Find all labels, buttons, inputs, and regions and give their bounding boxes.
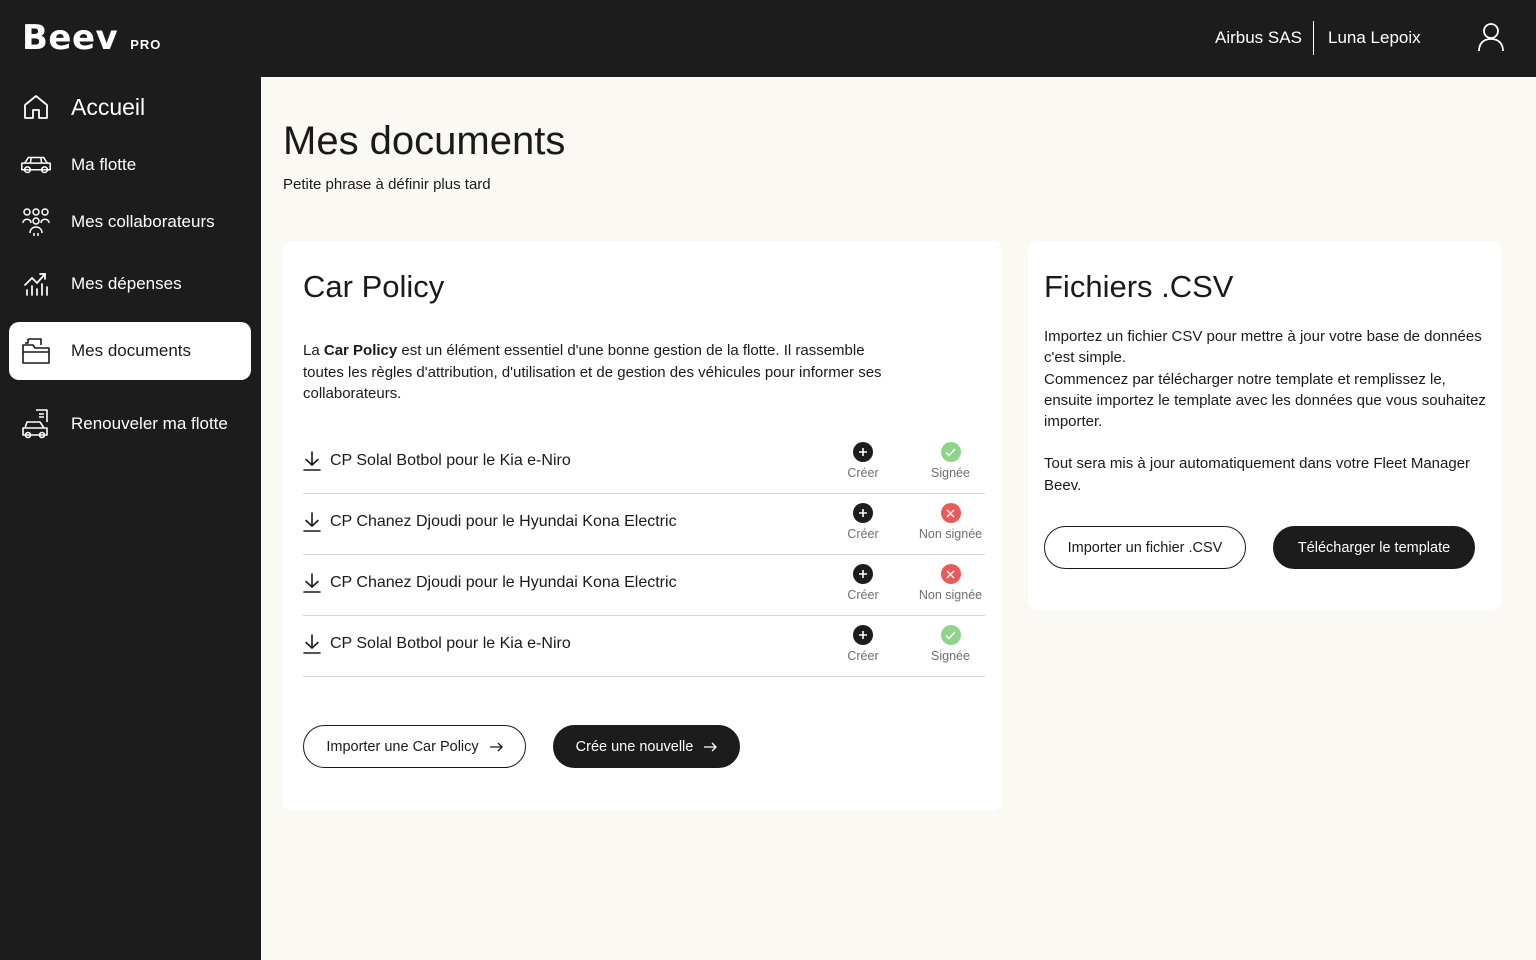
download-icon[interactable] — [303, 512, 321, 532]
car-policy-card: Car Policy La Car Policy est un élément … — [282, 241, 1002, 811]
download-icon[interactable] — [303, 451, 321, 471]
people-icon — [19, 205, 53, 239]
logo[interactable]: Beev PRO — [22, 18, 161, 58]
table-row: CP Solal Botbol pour le Kia e-Niro Créer… — [303, 433, 985, 494]
sidebar-item-label: Ma flotte — [71, 155, 137, 174]
download-template-button[interactable]: Télécharger le template — [1273, 526, 1475, 569]
sidebar-item-label: Renouveler ma flotte — [71, 414, 228, 433]
sidebar-item-mes-documents[interactable]: Mes documents — [9, 322, 251, 380]
document-name[interactable]: CP Solal Botbol pour le Kia e-Niro — [330, 452, 571, 470]
document-name[interactable]: CP Chanez Djoudi pour le Hyundai Kona El… — [330, 574, 677, 592]
home-icon — [19, 90, 53, 124]
sidebar: Accueil Ma flotte Mes collaborateurs Mes… — [0, 77, 261, 960]
description-prefix: La — [303, 342, 324, 359]
csv-paragraph: Importez un fichier CSV pour mettre à jo… — [1044, 328, 1482, 367]
chart-icon — [19, 267, 53, 301]
sidebar-item-label: Mes documents — [71, 341, 191, 360]
status-label: Signée — [931, 466, 970, 480]
top-bar: Beev PRO Airbus SAS Luna Lepoix — [0, 0, 1536, 77]
create-car-policy-button[interactable]: Crée une nouvelle — [553, 725, 740, 768]
logo-suffix: PRO — [130, 37, 162, 52]
import-csv-button[interactable]: Importer un fichier .CSV — [1044, 526, 1246, 569]
download-icon[interactable] — [303, 573, 321, 593]
table-row: CP Chanez Djoudi pour le Hyundai Kona El… — [303, 494, 985, 555]
csv-title: Fichiers .CSV — [1044, 269, 1234, 304]
status-badge: Non signée — [908, 564, 993, 602]
sidebar-item-mes-collaborateurs[interactable]: Mes collaborateurs — [9, 193, 251, 251]
status-badge: Signée — [908, 442, 993, 480]
csv-paragraph: Tout sera mis à jour automatiquement dan… — [1044, 455, 1471, 494]
main-content: Mes documents Petite phrase à définir pl… — [261, 77, 1536, 960]
create-button[interactable]: Créer — [843, 503, 883, 541]
company-name[interactable]: Airbus SAS — [1215, 28, 1302, 48]
status-badge: Signée — [908, 625, 993, 663]
document-name[interactable]: CP Chanez Djoudi pour le Hyundai Kona El… — [330, 513, 677, 531]
car-renew-icon — [19, 407, 53, 441]
cross-icon — [940, 564, 961, 584]
user-icon[interactable] — [1477, 22, 1505, 52]
page-subtitle: Petite phrase à définir plus tard — [283, 176, 491, 193]
sidebar-item-label: Mes collaborateurs — [71, 212, 215, 231]
folder-icon — [19, 334, 53, 368]
sidebar-item-label: Mes dépenses — [71, 274, 182, 293]
status-label: Non signée — [918, 527, 983, 541]
check-icon — [940, 625, 961, 645]
car-icon — [19, 148, 53, 182]
status-label: Non signée — [918, 588, 983, 602]
page-title: Mes documents — [283, 119, 566, 163]
button-label: Crée une nouvelle — [575, 738, 694, 755]
sidebar-item-accueil[interactable]: Accueil — [9, 78, 251, 136]
plus-icon — [853, 442, 873, 462]
create-label: Créer — [847, 527, 879, 541]
create-button[interactable]: Créer — [843, 442, 883, 480]
check-icon — [940, 442, 961, 462]
arrow-right-icon — [704, 742, 718, 751]
table-row: CP Solal Botbol pour le Kia e-Niro Créer… — [303, 616, 985, 677]
create-label: Créer — [847, 466, 879, 480]
table-row: CP Chanez Djoudi pour le Hyundai Kona El… — [303, 555, 985, 616]
sidebar-item-ma-flotte[interactable]: Ma flotte — [9, 136, 251, 194]
logo-text: Beev — [22, 18, 119, 58]
status-label: Signée — [931, 649, 970, 663]
arrow-right-icon — [489, 742, 503, 751]
button-label: Importer une Car Policy — [326, 738, 479, 755]
user-name[interactable]: Luna Lepoix — [1328, 28, 1421, 48]
plus-icon — [853, 503, 873, 523]
status-badge: Non signée — [908, 503, 993, 541]
create-label: Créer — [847, 588, 879, 602]
import-car-policy-button[interactable]: Importer une Car Policy — [303, 725, 526, 768]
plus-icon — [853, 625, 873, 645]
document-name[interactable]: CP Solal Botbol pour le Kia e-Niro — [330, 635, 571, 653]
csv-paragraph: Commencez par télécharger notre template… — [1044, 370, 1486, 431]
description-bold: Car Policy — [323, 342, 398, 359]
csv-description: Importez un fichier CSV pour mettre à jo… — [1044, 326, 1489, 496]
create-button[interactable]: Créer — [843, 564, 883, 602]
car-policy-title: Car Policy — [303, 269, 445, 304]
create-button[interactable]: Créer — [843, 625, 883, 663]
header-divider — [1313, 21, 1314, 55]
sidebar-item-label: Accueil — [71, 93, 146, 120]
sidebar-item-renouveler-ma-flotte[interactable]: Renouveler ma flotte — [9, 395, 251, 453]
csv-card: Fichiers .CSV Importez un fichier CSV po… — [1028, 241, 1502, 610]
car-policy-list: CP Solal Botbol pour le Kia e-Niro Créer… — [303, 433, 985, 677]
plus-icon — [853, 564, 873, 584]
create-label: Créer — [847, 649, 879, 663]
download-icon[interactable] — [303, 634, 321, 654]
cross-icon — [940, 503, 961, 523]
sidebar-item-mes-depenses[interactable]: Mes dépenses — [9, 255, 251, 313]
car-policy-description: La Car Policy est un élément essentiel d… — [303, 340, 903, 405]
